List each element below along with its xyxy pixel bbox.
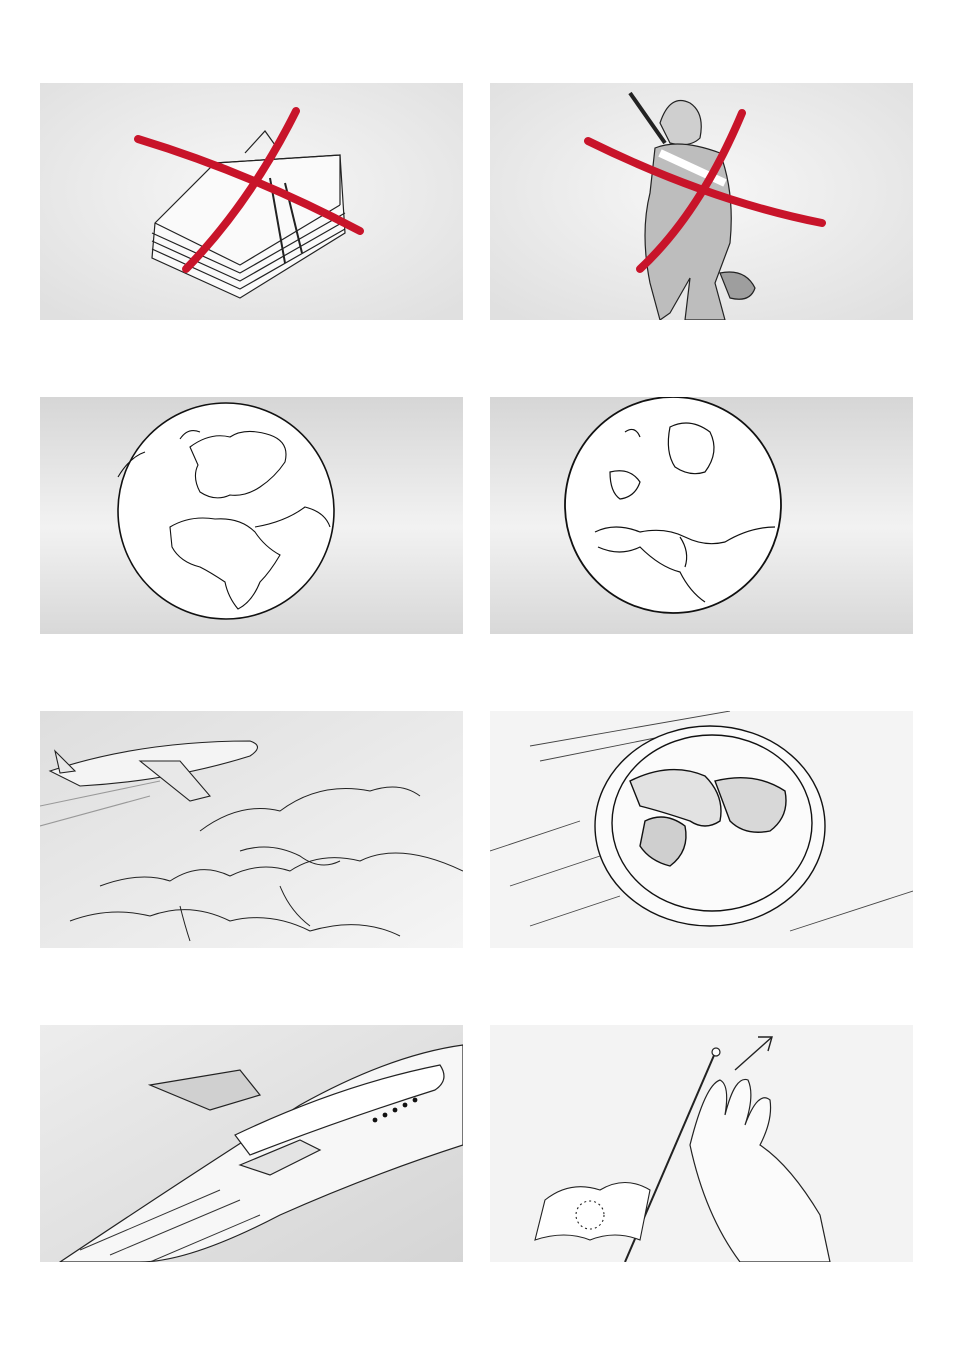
money-stack-illustration <box>40 83 463 320</box>
airplane-map-illustration <box>40 711 463 948</box>
globe-outline <box>564 397 782 614</box>
bubble-figures-illustration <box>490 711 913 948</box>
panel-globe-africa <box>40 397 463 634</box>
panel-bubble-figures <box>490 711 913 948</box>
hand-eu-flag-illustration <box>490 1025 913 1262</box>
bubble <box>594 725 826 927</box>
panel-soldier-crossed <box>490 83 913 320</box>
panel-airplane-closeup <box>40 1025 463 1262</box>
soldier-illustration <box>490 83 913 320</box>
panel-airplane-map <box>40 711 463 948</box>
airplane-closeup-illustration <box>40 1025 463 1262</box>
panel-money-crossed <box>40 83 463 320</box>
globe-europe-illustration <box>490 397 913 634</box>
panel-hand-eu-flag <box>490 1025 913 1262</box>
storyboard-page <box>0 0 954 1350</box>
panel-globe-europe <box>490 397 913 634</box>
globe-africa-illustration <box>40 397 463 634</box>
